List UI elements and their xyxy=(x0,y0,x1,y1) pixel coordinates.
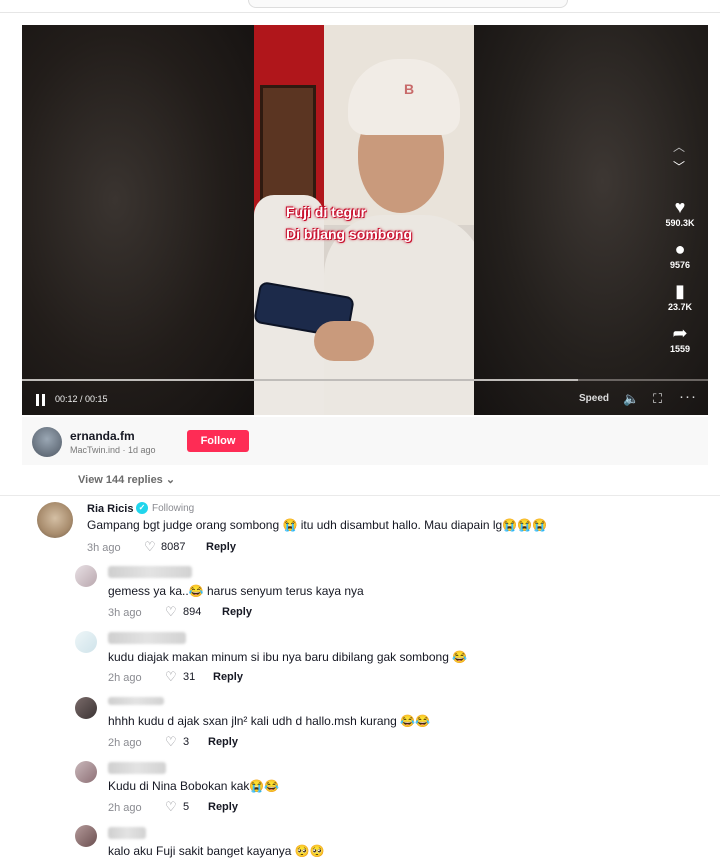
view-replies-link[interactable]: View 144 replies ⌄ xyxy=(78,473,175,486)
reply-author-name-blurred xyxy=(108,697,164,705)
reply-avatar[interactable] xyxy=(75,697,97,719)
heart-icon: ♥ xyxy=(674,197,686,217)
scene-hand xyxy=(314,321,374,361)
comment-avatar[interactable] xyxy=(37,502,73,538)
reply-author-name-blurred xyxy=(108,632,186,644)
like-count: 590.3K xyxy=(665,218,695,228)
author-avatar[interactable] xyxy=(32,427,62,457)
video-nav: ︿ ﹀ xyxy=(664,137,694,177)
reply-author-name-blurred xyxy=(108,566,192,578)
heart-outline-icon[interactable]: ♡ xyxy=(165,604,177,620)
beanie-logo: B xyxy=(404,81,415,97)
bookmark-count: 23.7K xyxy=(667,302,693,312)
video-progress-bar[interactable] xyxy=(22,379,708,381)
reply-like-count: 5 xyxy=(183,801,190,813)
reply-author-name-blurred xyxy=(108,827,146,839)
heart-outline-icon[interactable]: ♡ xyxy=(144,539,156,555)
fullscreen-icon[interactable]: ⛶ xyxy=(653,391,662,407)
reply-avatar[interactable] xyxy=(75,761,97,783)
heart-outline-icon[interactable]: ♡ xyxy=(165,799,177,815)
following-badge: Following xyxy=(152,503,195,514)
chevron-down-icon[interactable]: ﹀ xyxy=(664,157,694,177)
share-icon: ➦ xyxy=(672,323,688,343)
more-options-icon[interactable]: ··· xyxy=(679,388,697,405)
share-action[interactable]: ➦ 1559 xyxy=(660,323,700,354)
comment-author-name[interactable]: Ria Ricis xyxy=(87,503,133,515)
video-progress-fill xyxy=(22,379,578,381)
reply-avatar[interactable] xyxy=(75,825,97,847)
reply-like-count: 3 xyxy=(183,736,190,748)
reply-time: 2h ago xyxy=(108,802,142,814)
video-player[interactable]: B Fuji di tegur Di bilang sombong ︿ ﹀ ♥ … xyxy=(22,25,708,415)
video-blur-left xyxy=(22,25,254,415)
reply-time: 2h ago xyxy=(108,672,142,684)
share-count: 1559 xyxy=(669,344,691,354)
reply-time: 2h ago xyxy=(108,737,142,749)
video-frame[interactable]: B Fuji di tegur Di bilang sombong xyxy=(254,25,474,415)
heart-outline-icon[interactable]: ♡ xyxy=(165,734,177,750)
reply-avatar[interactable] xyxy=(75,565,97,587)
author-bar: ernanda.fm MacTwin.ind · 1d ago Follow xyxy=(22,417,708,465)
comment-count: 9576 xyxy=(669,260,691,270)
reply-avatar[interactable] xyxy=(75,631,97,653)
pause-icon[interactable] xyxy=(36,394,46,406)
browser-top-bar xyxy=(0,0,720,13)
caption-line-2: Di bilang sombong xyxy=(286,226,412,242)
comment-text: Gampang bgt judge orang sombong 😭 itu ud… xyxy=(87,518,548,532)
reply-text: gemess ya ka..😂 harus senyum terus kaya … xyxy=(108,584,364,598)
reply-button[interactable]: Reply xyxy=(208,736,238,748)
verified-icon: ✓ xyxy=(136,502,148,514)
bookmark-action[interactable]: ▮ 23.7K xyxy=(660,281,700,312)
caption-line-1: Fuji di tegur xyxy=(286,204,367,220)
reply-text: hhhh kudu d ajak sxan jln² kali udh d ha… xyxy=(108,714,431,728)
reply-button[interactable]: Reply xyxy=(206,541,236,553)
chevron-up-icon[interactable]: ︿ xyxy=(664,137,694,157)
divider xyxy=(0,495,720,496)
scene-shelf xyxy=(260,85,316,211)
reply-text: Kudu di Nina Bobokan kak😭😂 xyxy=(108,779,280,793)
author-meta: MacTwin.ind · 1d ago xyxy=(70,445,156,455)
heart-outline-icon[interactable]: ♡ xyxy=(165,669,177,685)
volume-icon[interactable]: 🔈 xyxy=(623,391,639,407)
comment-time: 3h ago xyxy=(87,542,121,554)
reply-button[interactable]: Reply xyxy=(222,606,252,618)
reply-button[interactable]: Reply xyxy=(213,671,243,683)
reply-author-name-blurred xyxy=(108,762,166,774)
reply-text: kalo aku Fuji sakit banget kayanya 🥺🥺 xyxy=(108,844,325,858)
follow-button[interactable]: Follow xyxy=(187,430,249,452)
reply-button[interactable]: Reply xyxy=(208,801,238,813)
video-caption: Fuji di tegur Di bilang sombong xyxy=(286,201,456,245)
comment-action[interactable]: ● 9576 xyxy=(660,239,700,270)
video-time: 00:12 / 00:15 xyxy=(55,394,108,404)
search-bar[interactable] xyxy=(248,0,568,8)
comment-like-count: 8087 xyxy=(161,541,186,553)
like-action[interactable]: ♥ 590.3K xyxy=(660,197,700,228)
video-controls: 00:12 / 00:15 Speed 🔈 ⛶ ··· xyxy=(22,385,708,415)
reply-like-count: 894 xyxy=(183,606,202,618)
author-name[interactable]: ernanda.fm xyxy=(70,429,135,443)
reply-like-count: 31 xyxy=(183,671,196,683)
speed-button[interactable]: Speed xyxy=(579,393,609,404)
reply-time: 3h ago xyxy=(108,607,142,619)
comment-icon: ● xyxy=(674,239,686,259)
bookmark-icon: ▮ xyxy=(675,281,685,301)
reply-text: kudu diajak makan minum si ibu nya baru … xyxy=(108,650,468,664)
